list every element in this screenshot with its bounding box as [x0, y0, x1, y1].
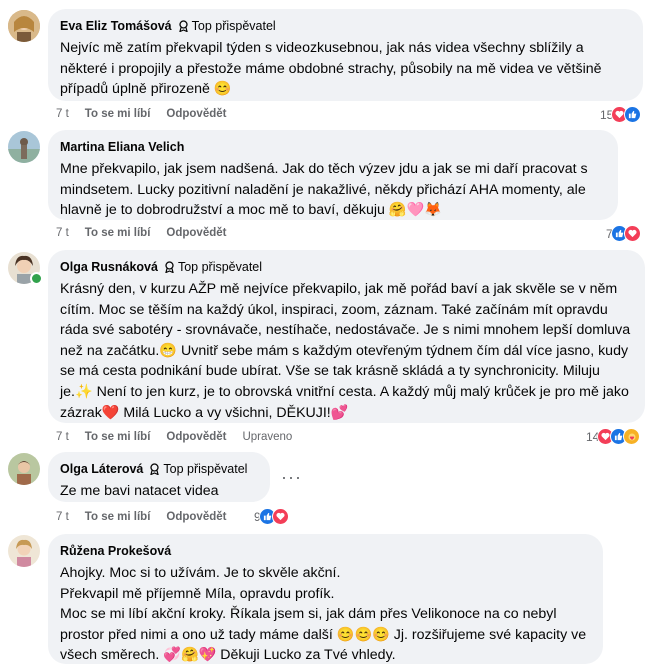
love-reaction-icon: [623, 225, 641, 242]
author-name[interactable]: Olga Láterová: [60, 462, 143, 476]
badge-icon: [150, 463, 160, 475]
reactions-summary[interactable]: 15: [600, 106, 642, 123]
care-reaction-icon: [623, 428, 641, 445]
comment-bubble: Eva Eliz Tomášová Top přispěvatel Nejvíc…: [48, 9, 643, 101]
badge-label: Top přispěvatel: [177, 260, 263, 274]
avatar[interactable]: [8, 535, 40, 567]
edited-label[interactable]: Upraveno: [242, 431, 292, 443]
comment-bubble: Olga Láterová Top přispěvatel Ze me bavi…: [48, 452, 270, 502]
comment-text: Ze me bavi natacet videa: [60, 483, 219, 499]
more-options-button[interactable]: ···: [281, 467, 302, 488]
like-button[interactable]: To se mi líbí: [85, 227, 151, 239]
reactions-summary[interactable]: 7: [606, 225, 641, 242]
like-button[interactable]: To se mi líbí: [85, 431, 151, 443]
comment-time[interactable]: 7 t: [56, 108, 69, 120]
top-contributor-badge: Top přispěvatel: [149, 462, 247, 476]
top-contributor-badge: Top přispěvatel: [164, 260, 262, 274]
like-reaction-icon: [624, 106, 642, 123]
reactions-summary[interactable]: 9: [254, 508, 289, 525]
comment-text: Mne překvapilo, jak jsem nadšená. Jak do…: [60, 161, 592, 219]
author-name[interactable]: Růžena Prokešová: [60, 544, 171, 558]
reply-button[interactable]: Odpovědět: [166, 511, 226, 523]
author-name[interactable]: Martina Eliana Velich: [60, 140, 184, 154]
badge-icon: [178, 20, 188, 32]
reply-button[interactable]: Odpovědět: [166, 431, 226, 443]
comment-text: Krásný den, v kurzu AŽP mě nejvíce překv…: [60, 281, 635, 421]
author-name[interactable]: Eva Eliz Tomášová: [60, 19, 172, 33]
comment-bubble: Martina Eliana Velich Mne překvapilo, ja…: [48, 130, 618, 220]
badge-label: Top přispěvatel: [191, 19, 276, 33]
top-contributor-badge: Top přispěvatel: [178, 19, 276, 33]
comment-actions: 7 t To se mi líbí Odpovědět Upraveno: [56, 431, 292, 443]
love-reaction-icon: [271, 508, 289, 525]
badge-label: Top přispěvatel: [163, 462, 248, 476]
author-name[interactable]: Olga Rusnáková: [60, 260, 158, 274]
online-status-indicator: [30, 272, 43, 285]
comment-bubble: Růžena Prokešová Ahojky. Moc si to užívá…: [48, 534, 603, 664]
comment-actions: 7 t To se mi líbí Odpovědět: [56, 108, 226, 120]
avatar[interactable]: [8, 10, 40, 42]
badge-icon: [165, 261, 174, 273]
avatar[interactable]: [8, 453, 40, 485]
comment-time[interactable]: 7 t: [56, 511, 69, 523]
comment-bubble: Olga Rusnáková Top přispěvatel Krásný de…: [48, 250, 645, 423]
like-button[interactable]: To se mi líbí: [85, 108, 151, 120]
comment-actions: 7 t To se mi líbí Odpovědět: [56, 511, 226, 523]
comment-text: Nejvíc mě zatím překvapil týden s videoz…: [60, 40, 606, 98]
like-button[interactable]: To se mi líbí: [85, 511, 151, 523]
reply-button[interactable]: Odpovědět: [166, 227, 226, 239]
comment-actions: 7 t To se mi líbí Odpovědět: [56, 227, 226, 239]
reply-button[interactable]: Odpovědět: [166, 108, 226, 120]
avatar[interactable]: [8, 131, 40, 163]
comment-text: Ahojky. Moc si to užívám. Je to skvěle a…: [60, 565, 587, 664]
reactions-summary[interactable]: 14: [586, 428, 641, 445]
comment-time[interactable]: 7 t: [56, 431, 69, 443]
comment-time[interactable]: 7 t: [56, 227, 69, 239]
